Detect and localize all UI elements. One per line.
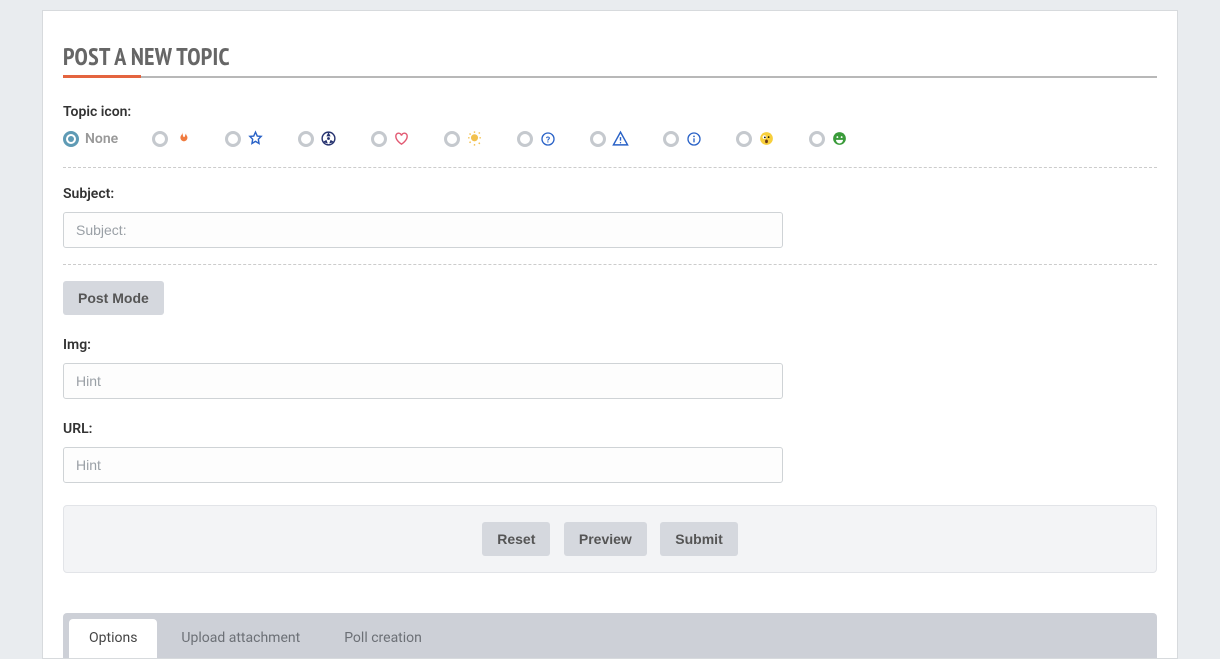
tab-options[interactable]: Options — [69, 619, 157, 658]
url-label: URL: — [63, 421, 1157, 437]
divider — [63, 264, 1157, 265]
radio-icon — [444, 131, 460, 147]
topic-icon-lightbulb[interactable] — [444, 130, 483, 147]
topic-icon-warning[interactable] — [590, 130, 629, 147]
topic-icon-section: Topic icon: None — [63, 104, 1157, 168]
lightbulb-icon — [466, 130, 483, 147]
radio-selected — [63, 131, 79, 147]
new-topic-panel: POST A NEW TOPIC Topic icon: None — [42, 10, 1178, 659]
radio-icon — [590, 131, 606, 147]
img-input[interactable] — [63, 363, 783, 399]
tab-poll-creation[interactable]: Poll creation — [324, 619, 442, 658]
heart-icon — [393, 130, 410, 147]
submit-button[interactable]: Submit — [660, 522, 737, 556]
info-icon — [685, 130, 702, 147]
question-icon: ? — [539, 130, 556, 147]
radio-icon — [225, 131, 241, 147]
radio-icon — [152, 131, 168, 147]
topic-icon-fire[interactable] — [152, 130, 191, 147]
reset-button[interactable]: Reset — [482, 522, 550, 556]
topic-icon-question[interactable]: ? — [517, 130, 556, 147]
topic-icon-star[interactable] — [225, 130, 264, 147]
post-mode-section: Post Mode — [63, 281, 1157, 315]
subject-section: Subject: — [63, 186, 1157, 248]
img-label: Img: — [63, 337, 1157, 353]
topic-icon-none[interactable]: None — [63, 131, 118, 147]
action-bar: Reset Preview Submit — [63, 505, 1157, 573]
surprised-face-icon — [758, 130, 775, 147]
topic-icon-label: Topic icon: — [63, 104, 1157, 120]
url-input[interactable] — [63, 447, 783, 483]
radio-icon — [809, 131, 825, 147]
warning-icon — [612, 130, 629, 147]
post-mode-button[interactable]: Post Mode — [63, 281, 164, 315]
grin-face-icon — [831, 130, 848, 147]
topic-icon-row: None — [63, 130, 1157, 168]
page-title: POST A NEW TOPIC — [63, 41, 1157, 78]
preview-button[interactable]: Preview — [564, 522, 647, 556]
radio-icon — [517, 131, 533, 147]
tab-upload-attachment[interactable]: Upload attachment — [161, 619, 320, 658]
topic-icon-radioactive[interactable] — [298, 130, 337, 147]
star-icon — [247, 130, 264, 147]
radio-icon — [371, 131, 387, 147]
img-section: Img: — [63, 337, 1157, 399]
none-label: None — [85, 131, 118, 147]
subject-input[interactable] — [63, 212, 783, 248]
subject-label: Subject: — [63, 186, 1157, 202]
topic-icon-info[interactable] — [663, 130, 702, 147]
svg-text:?: ? — [546, 135, 550, 145]
fire-icon — [174, 130, 191, 147]
radioactive-icon — [320, 130, 337, 147]
radio-icon — [298, 131, 314, 147]
radio-icon — [663, 131, 679, 147]
radio-icon — [736, 131, 752, 147]
topic-icon-grin[interactable] — [809, 130, 848, 147]
url-section: URL: — [63, 421, 1157, 483]
topic-icon-heart[interactable] — [371, 130, 410, 147]
topic-icon-surprised[interactable] — [736, 130, 775, 147]
